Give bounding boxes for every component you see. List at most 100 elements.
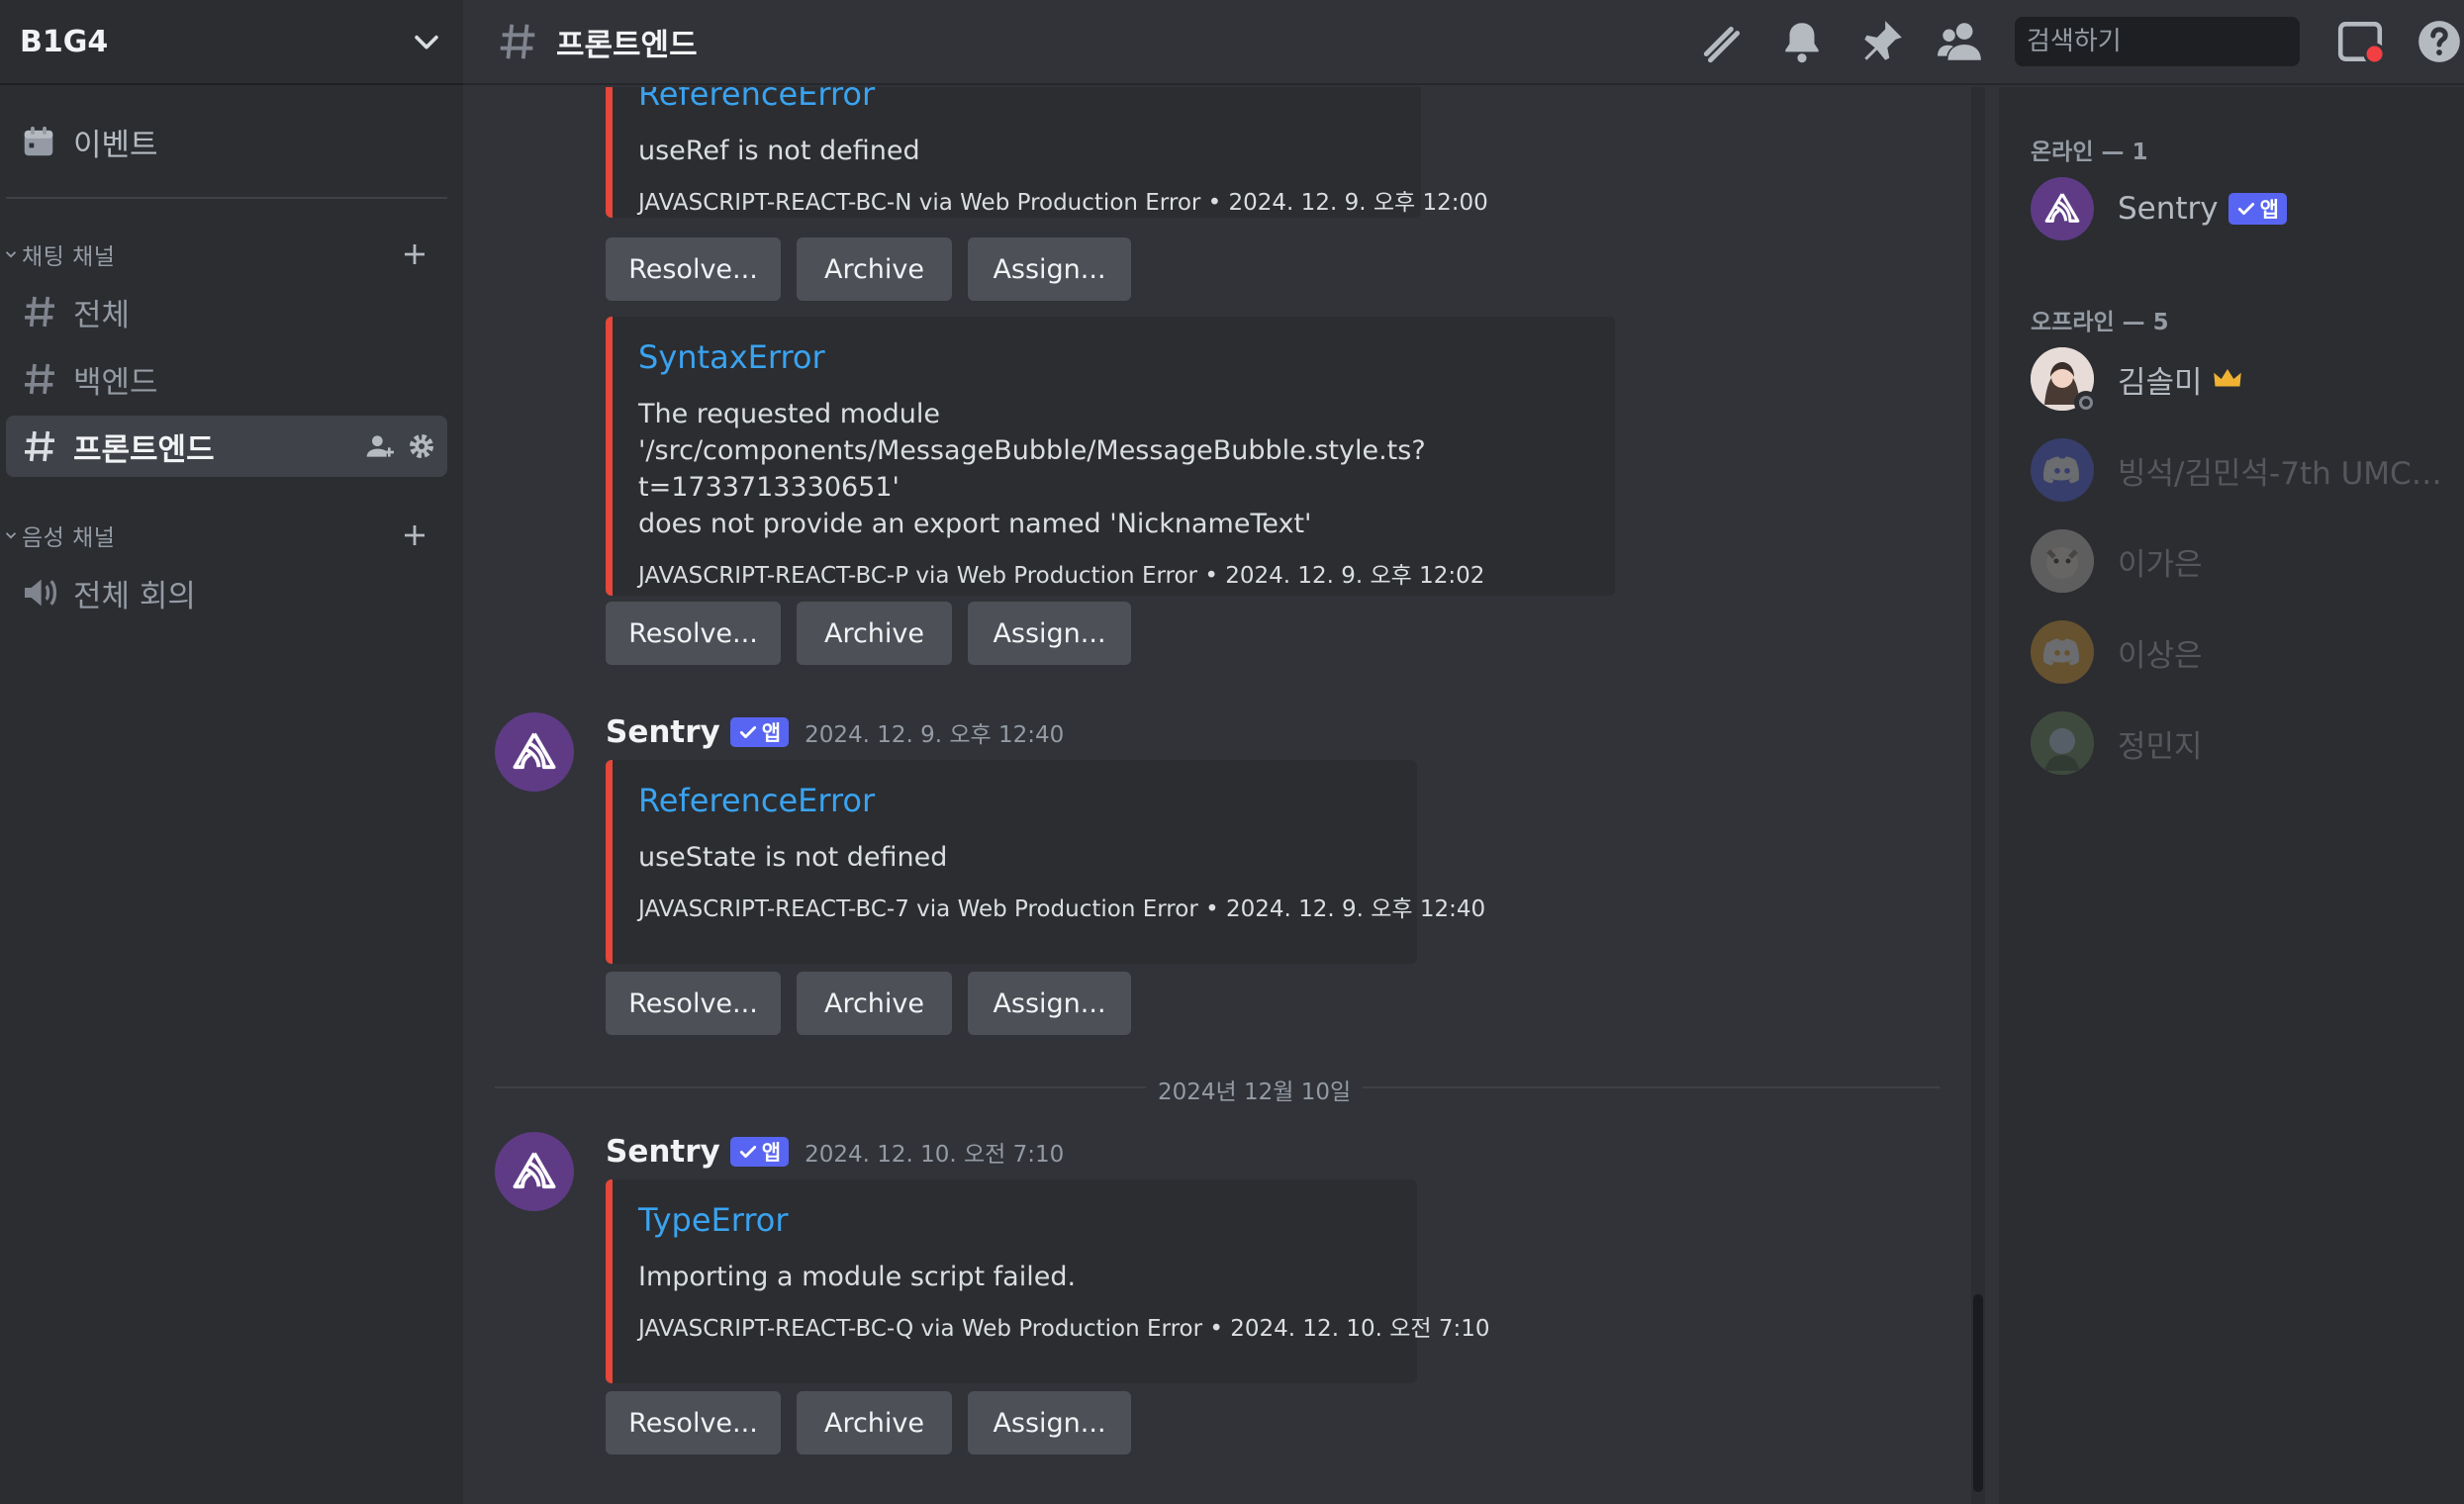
search-bar[interactable] (2015, 17, 2347, 66)
server-header[interactable]: B1G4 (0, 0, 463, 85)
assign-button[interactable]: Assign... (968, 602, 1131, 665)
embed-footer: JAVASCRIPT-REACT-BC-P via Web Production… (638, 563, 1485, 589)
plus-icon[interactable] (400, 520, 429, 550)
embed-title[interactable]: ReferenceError (638, 87, 1395, 113)
events-item[interactable]: 이벤트 (6, 117, 447, 166)
threads-icon[interactable] (1698, 17, 1748, 66)
offline-status-icon (2074, 391, 2098, 415)
embed-description: useRef is not defined (638, 136, 920, 166)
embed-title[interactable]: TypeError (638, 1201, 1391, 1239)
member-item-sentry[interactable]: Sentry 앱 (2031, 176, 2446, 241)
archive-button[interactable]: Archive (797, 602, 952, 665)
message-header: Sentry 앱 2024. 12. 10. 오전 7:10 (606, 1132, 1064, 1172)
channel-label: 백엔드 (73, 364, 158, 401)
avatar (2031, 347, 2098, 415)
avatar (2031, 529, 2094, 593)
members-icon[interactable] (1936, 17, 1985, 66)
embed-actions: Resolve... Archive Assign... (606, 237, 1131, 301)
crown-icon (2213, 369, 2241, 387)
channel-label: 프론트엔드 (73, 431, 215, 468)
add-member-icon[interactable] (364, 430, 396, 462)
category-voice-channels[interactable]: 음성 채널 (0, 516, 435, 555)
avatar[interactable] (495, 712, 574, 792)
embed-title[interactable]: ReferenceError (638, 782, 1391, 819)
message-timestamp[interactable]: 2024. 12. 10. 오전 7:10 (805, 1135, 1064, 1169)
help-icon[interactable] (2415, 17, 2464, 66)
message-timestamp[interactable]: 2024. 12. 9. 오후 12:40 (805, 715, 1064, 749)
resolve-button[interactable]: Resolve... (606, 602, 781, 665)
member-name: 이상은 (2118, 637, 2203, 674)
speaker-icon (25, 579, 57, 607)
embed-description: Importing a module script failed. (638, 1262, 1077, 1292)
member-item[interactable]: 이가은 (2031, 528, 2446, 594)
channel-header: 프론트엔드 (463, 0, 2464, 85)
hash-icon (500, 24, 535, 59)
hash-icon (25, 296, 54, 328)
description-line: The requested module (638, 399, 940, 429)
checkmark-icon (2237, 203, 2254, 215)
checkmark-icon (739, 1146, 756, 1158)
category-text-channels[interactable]: 채팅 채널 (0, 235, 435, 274)
message-author[interactable]: Sentry (606, 1134, 720, 1170)
sentry-embed: SyntaxError The requested module '/src/c… (606, 317, 1615, 596)
member-name: Sentry (2118, 191, 2219, 227)
embed-actions: Resolve... Archive Assign... (606, 972, 1131, 1035)
member-name: 이가은 (2118, 546, 2203, 583)
hash-icon (25, 363, 54, 395)
resolve-button[interactable]: Resolve... (606, 237, 781, 301)
category-label: 채팅 채널 (22, 244, 116, 270)
embed-footer: JAVASCRIPT-REACT-BC-N via Web Production… (638, 190, 1488, 216)
embed-footer: JAVASCRIPT-REACT-BC-Q via Web Production… (638, 1316, 1490, 1342)
discord-logo-icon (2043, 456, 2079, 484)
inbox-icon[interactable] (2335, 17, 2385, 66)
embed-actions: Resolve... Archive Assign... (606, 1391, 1131, 1455)
member-item[interactable]: 이상은 (2031, 619, 2446, 685)
member-name: 빙석/김민석-7th UMC ... (2118, 455, 2446, 492)
avatar (2031, 177, 2094, 240)
description-line: does not provide an export named 'Nickna… (638, 509, 1312, 539)
assign-button[interactable]: Assign... (968, 237, 1131, 301)
app-badge: 앱 (2227, 193, 2287, 225)
chevron-down-icon (415, 35, 438, 49)
member-name: 김솔미 (2118, 364, 2203, 401)
avatar[interactable] (495, 1132, 574, 1211)
search-input[interactable] (2027, 27, 2347, 56)
channel-item-백엔드[interactable]: 백엔드 (6, 348, 447, 410)
voice-channel-item-전체-회의[interactable]: 전체 회의 (6, 562, 447, 623)
assign-button[interactable]: Assign... (968, 1391, 1131, 1455)
archive-button[interactable]: Archive (797, 1391, 952, 1455)
chevron-down-icon (5, 251, 17, 258)
archive-button[interactable]: Archive (797, 972, 952, 1035)
date-divider-label: 2024년 12월 10일 (1146, 1073, 1364, 1106)
member-item[interactable]: 김솔미 (2031, 346, 2446, 415)
message-author[interactable]: Sentry (606, 714, 720, 750)
member-name: 정민지 (2118, 728, 2203, 765)
bell-icon[interactable] (1777, 17, 1827, 66)
channel-label: 전체 회의 (73, 578, 196, 614)
chat-scrollbar[interactable] (1971, 87, 1985, 1504)
channel-item-프론트엔드[interactable]: 프론트엔드 (6, 416, 447, 477)
gear-icon[interactable] (406, 430, 437, 462)
pin-icon[interactable] (1856, 17, 1906, 66)
channel-label: 전체 (73, 297, 131, 333)
message-list: ReferenceError useRef is not defined JAV… (463, 87, 1999, 1504)
resolve-button[interactable]: Resolve... (606, 972, 781, 1035)
discord-logo-icon (2043, 638, 2079, 666)
sentry-logo-icon (2044, 193, 2080, 223)
member-item[interactable]: 빙석/김민석-7th UMC ... (2031, 437, 2446, 503)
plus-icon[interactable] (400, 239, 429, 269)
category-label: 음성 채널 (22, 525, 116, 551)
scrollbar-thumb[interactable] (1973, 1294, 1983, 1492)
app-badge: 앱 (729, 717, 790, 747)
resolve-button[interactable]: Resolve... (606, 1391, 781, 1455)
calendar-icon (24, 126, 53, 156)
channel-item-전체[interactable]: 전체 (6, 281, 447, 342)
member-item[interactable]: 정민지 (2031, 710, 2446, 776)
online-heading: 온라인 — 1 (2031, 140, 2148, 165)
embed-title[interactable]: SyntaxError (638, 338, 1589, 376)
assign-button[interactable]: Assign... (968, 972, 1131, 1035)
avatar (2031, 620, 2094, 684)
hash-icon (25, 430, 54, 462)
checkmark-icon (739, 726, 756, 738)
archive-button[interactable]: Archive (797, 237, 952, 301)
